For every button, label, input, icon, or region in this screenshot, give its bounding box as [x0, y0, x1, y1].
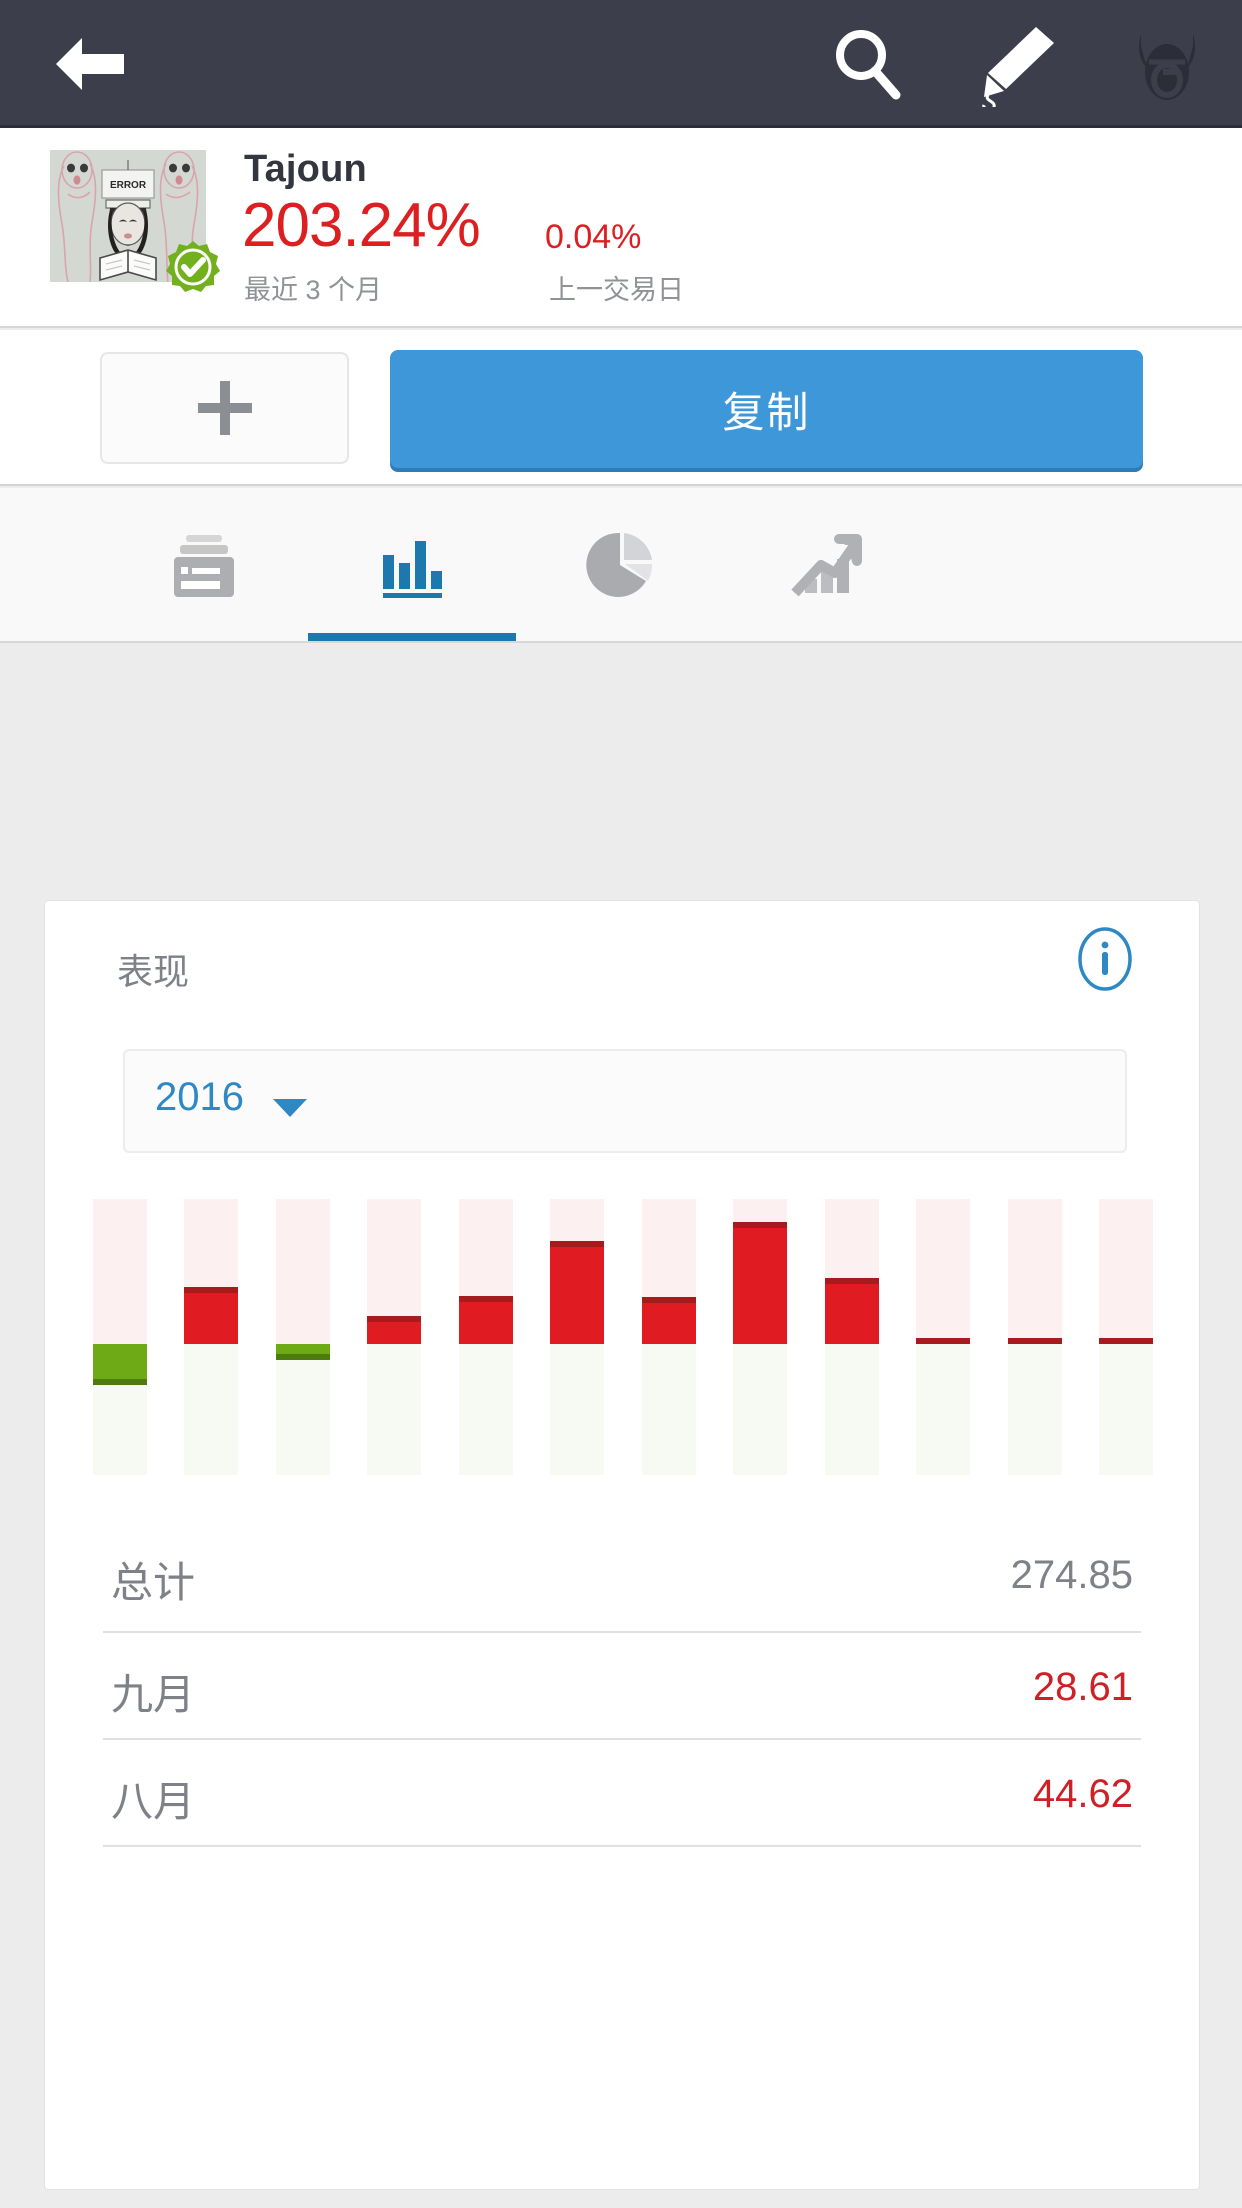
back-arrow-icon	[56, 38, 124, 90]
row-value: 28.61	[1032, 1665, 1133, 1709]
chart-bar[interactable]	[1007, 1199, 1062, 1475]
chart-bar[interactable]	[93, 1199, 147, 1475]
plus-icon	[197, 381, 252, 435]
copy-button-label: 复制	[722, 388, 811, 436]
gain-primary-label: 最近 3 个月	[244, 275, 383, 305]
bar-track-negative	[641, 1344, 696, 1475]
row-value: 44.62	[1032, 1772, 1133, 1816]
gain-secondary-label: 上一交易日	[549, 275, 684, 305]
profile-summary: ERROR Tajoun 203.24% 0.04% 最近 3 个月 上一交易日	[0, 128, 1242, 328]
chart-bar[interactable]	[733, 1199, 788, 1475]
bar-track-negative	[916, 1344, 971, 1475]
row-label: 九月	[111, 1671, 196, 1718]
row-value: 274.85	[1010, 1553, 1133, 1597]
bar-track-positive	[1098, 1199, 1153, 1344]
chart-bar[interactable]	[916, 1199, 971, 1475]
bar-fill-negative	[93, 1344, 147, 1385]
bar-fill-zero	[916, 1338, 971, 1344]
monthly-performance-chart[interactable]	[93, 1199, 1153, 1475]
search-icon	[836, 30, 901, 100]
bar-fill-positive	[733, 1222, 788, 1344]
bar-track-negative	[1098, 1344, 1153, 1475]
bar-fill-positive	[367, 1316, 422, 1344]
bar-fill-positive	[550, 1241, 605, 1344]
bar-track-negative	[550, 1344, 605, 1475]
chart-bar[interactable]	[1098, 1199, 1153, 1475]
svg-text:ERROR: ERROR	[110, 180, 147, 191]
app-screen: ERROR Tajoun 203.24% 0.04% 最近 3 个月 上一交易日…	[0, 0, 1242, 2208]
tab-portfolio[interactable]	[516, 488, 724, 641]
bar-track-positive	[275, 1199, 330, 1344]
chart-bar[interactable]	[275, 1199, 330, 1475]
bar-track-negative	[367, 1344, 422, 1475]
copy-button[interactable]: 复制	[390, 350, 1143, 468]
pie-chart-icon	[586, 532, 653, 597]
bar-track-negative	[184, 1344, 239, 1475]
back-button[interactable]	[0, 36, 180, 92]
card-title: 表现	[117, 951, 190, 992]
chart-bar[interactable]	[824, 1199, 879, 1475]
avatar[interactable]: ERROR	[50, 150, 220, 292]
table-row: 九月 28.61	[103, 1633, 1141, 1740]
bar-track-negative	[458, 1344, 513, 1475]
verified-check-badge-icon	[166, 241, 220, 292]
edit-post-button[interactable]	[942, 0, 1092, 128]
chart-bar[interactable]	[367, 1199, 422, 1475]
bar-track-negative	[1007, 1344, 1062, 1475]
chart-bar[interactable]	[550, 1199, 605, 1475]
tab-feed[interactable]	[100, 488, 308, 641]
bar-track-negative	[733, 1344, 788, 1475]
gain-secondary-value: 0.04%	[545, 218, 642, 256]
year-dropdown-value: 2016	[155, 1075, 244, 1119]
bar-fill-zero	[1007, 1338, 1062, 1344]
pencil-edit-icon	[982, 27, 1054, 107]
table-row: 八月 44.62	[103, 1740, 1141, 1847]
bar-fill-zero	[1098, 1338, 1153, 1344]
search-button[interactable]	[792, 0, 942, 128]
tab-chart[interactable]	[724, 488, 932, 641]
trending-up-icon	[791, 533, 862, 596]
info-circle-icon[interactable]	[1073, 927, 1137, 991]
chart-bar[interactable]	[458, 1199, 513, 1475]
performance-card: 表现 2016 总计 274.85 九月 28.61 八月 44.62	[44, 900, 1200, 2190]
chevron-down-icon	[273, 1099, 307, 1117]
bar-fill-negative	[275, 1344, 330, 1360]
tab-active-indicator	[308, 633, 516, 641]
gain-primary-value: 203.24%	[242, 191, 481, 260]
bar-track-negative	[824, 1344, 879, 1475]
bar-fill-positive	[184, 1287, 239, 1344]
chart-bar[interactable]	[184, 1199, 239, 1475]
bar-track-positive	[1007, 1199, 1062, 1344]
action-bar: 复制	[0, 330, 1242, 486]
row-label: 八月	[111, 1778, 196, 1825]
tab-list	[100, 488, 932, 641]
bar-track-negative	[275, 1344, 330, 1475]
bar-track-positive	[916, 1199, 971, 1344]
chart-bar[interactable]	[641, 1199, 696, 1475]
etoro-brand-button[interactable]	[1092, 0, 1242, 128]
card-header: 表现	[45, 901, 1199, 1031]
etoro-bull-logo-icon	[1139, 34, 1195, 100]
bar-chart-icon	[383, 540, 442, 598]
bar-fill-positive	[641, 1297, 696, 1344]
row-label: 总计	[111, 1559, 196, 1606]
top-app-bar	[0, 0, 1242, 128]
bar-fill-positive	[458, 1296, 513, 1344]
performance-rows: 总计 274.85 九月 28.61 八月 44.62	[45, 1521, 1199, 1847]
tab-stats[interactable]	[308, 488, 516, 641]
bar-track-positive	[93, 1199, 147, 1344]
bar-fill-positive	[824, 1278, 879, 1344]
table-row: 总计 274.85	[103, 1521, 1141, 1633]
page-title: Tajoun	[244, 148, 367, 190]
feed-card-icon	[174, 534, 234, 597]
year-dropdown[interactable]: 2016	[123, 1049, 1127, 1153]
topbar-actions	[792, 0, 1242, 128]
tab-bar	[0, 488, 1242, 643]
add-to-watchlist-button[interactable]	[100, 352, 349, 464]
